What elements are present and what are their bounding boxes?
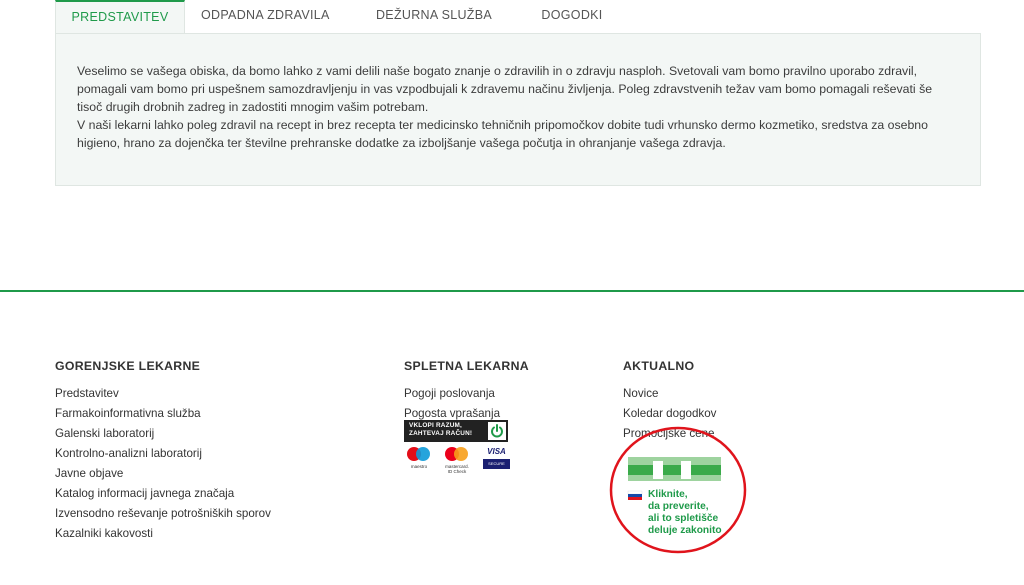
legal-website-badge[interactable]: Kliknite, da preverite, ali to spletišče… xyxy=(608,425,748,555)
footer-heading: AKTUALNO xyxy=(623,359,695,373)
maestro-logo: maestro xyxy=(404,446,434,474)
footer-link[interactable]: Novice xyxy=(623,384,716,404)
vklopi-line-1: VKLOPI RAZUM, xyxy=(409,422,463,429)
mastercard-logo: mastercard. ID Check xyxy=(442,446,472,474)
tab-bar: PREDSTAVITEV ODPADNA ZDRAVILA DEŽURNA SL… xyxy=(55,0,981,33)
maestro-label: maestro xyxy=(410,464,428,469)
vklopi-line-2: ZAHTEVAJ RAČUN! xyxy=(409,430,473,437)
power-icon xyxy=(488,422,506,440)
badge-line-4: deluje zakonito xyxy=(648,525,722,536)
footer-divider xyxy=(0,290,1024,292)
intro-paragraph-1: Veselimo se vašega obiska, da bomo lahko… xyxy=(77,64,933,114)
footer-link[interactable]: Katalog informacij javnega značaja xyxy=(55,484,271,504)
footer-heading: GORENJSKE LEKARNE xyxy=(55,359,201,373)
badge-line-2: da preverite, xyxy=(648,501,709,512)
footer-link[interactable]: Farmakoinformativna služba xyxy=(55,404,271,424)
footer-link[interactable]: Izvensodno reševanje potrošniških sporov xyxy=(55,504,271,524)
tab-odpadna-zdravila[interactable]: ODPADNA ZDRAVILA xyxy=(201,0,329,33)
footer-heading: SPLETNA LEKARNA xyxy=(404,359,529,373)
tab-dogodki[interactable]: DOGODKI xyxy=(527,0,617,33)
tab-predstavitev[interactable]: PREDSTAVITEV xyxy=(55,0,185,33)
tab-dezurna-sluzba[interactable]: DEŽURNA SLUŽBA xyxy=(374,0,494,33)
intro-paragraph-2: V naši lekarni lahko poleg zdravil na re… xyxy=(77,118,928,150)
vklopi-razum-banner[interactable]: VKLOPI RAZUM, ZAHTEVAJ RAČUN! xyxy=(404,420,508,442)
badge-line-3: ali to spletišče xyxy=(648,513,719,524)
visa-secure-logo: VISA SECURE xyxy=(483,446,510,471)
payment-logos: maestro mastercard. ID Check VISA SECURE xyxy=(404,446,514,476)
footer-link[interactable]: Kontrolno-analizni laboratorij xyxy=(55,444,271,464)
footer-link[interactable]: Galenski laboratorij xyxy=(55,424,271,444)
footer-link[interactable]: Koledar dogodkov xyxy=(623,404,716,424)
mastercard-label-2: ID Check xyxy=(447,469,467,474)
footer-link[interactable]: Predstavitev xyxy=(55,384,271,404)
visa-secure-label: SECURE xyxy=(483,459,510,469)
mastercard-label: mastercard. ID Check xyxy=(438,464,476,474)
footer-column-spletna-lekarna: SPLETNA LEKARNA Pogoji poslovanja Pogost… xyxy=(404,359,529,424)
vklopi-text: VKLOPI RAZUM, ZAHTEVAJ RAČUN! xyxy=(409,422,472,438)
visa-label: VISA xyxy=(487,447,506,456)
footer-column-gorenjske-lekarne: GORENJSKE LEKARNE Predstavitev Farmakoin… xyxy=(55,359,271,544)
footer-link[interactable]: Javne objave xyxy=(55,464,271,484)
tab-panel-predstavitev: Veselimo se vašega obiska, da bomo lahko… xyxy=(55,33,981,186)
badge-line-1: Kliknite, xyxy=(648,489,688,500)
badge-text: Kliknite, da preverite, ali to spletišče… xyxy=(648,489,722,537)
footer-link[interactable]: Pogoji poslovanja xyxy=(404,384,529,404)
footer-link[interactable]: Kazalniki kakovosti xyxy=(55,524,271,544)
